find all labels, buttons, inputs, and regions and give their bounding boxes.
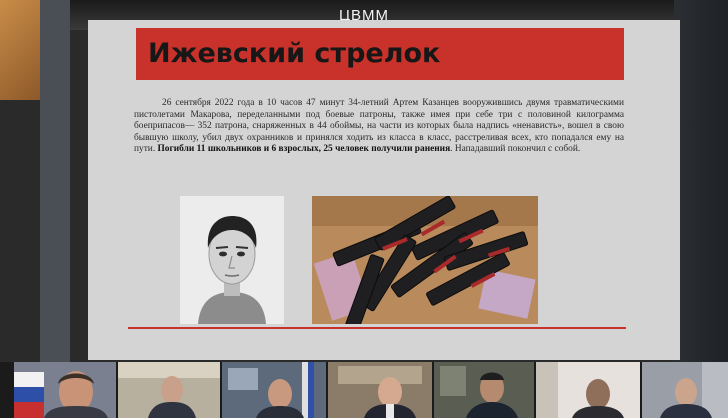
slide-title: Ижевский стрелок	[136, 28, 624, 80]
presentation-slide: Ижевский стрелок 26 сентября 2022 года в…	[88, 20, 680, 360]
slide-body-text: 26 сентября 2022 года в 10 часов 47 мину…	[134, 98, 624, 156]
participant-tile[interactable]	[222, 362, 326, 418]
screen-left-frame	[40, 0, 70, 362]
participant-tile[interactable]	[118, 362, 220, 418]
participant-tile[interactable]	[14, 362, 116, 418]
ammunition-magazines-image	[312, 196, 538, 324]
slide-divider-line	[128, 327, 626, 329]
participant-tile[interactable]	[536, 362, 640, 418]
screen-right-frame	[674, 0, 728, 362]
participant-video-strip	[0, 362, 728, 418]
participant-tile[interactable]	[328, 362, 432, 418]
slide-text-outro: . Нападавший покончил с собой.	[450, 144, 581, 155]
participant-tile[interactable]	[642, 362, 728, 418]
slide-text-casualties: Погибли 11 школьников и 6 взрослых, 25 ч…	[157, 144, 451, 155]
suspect-portrait-image	[180, 196, 284, 324]
participant-tile[interactable]	[434, 362, 534, 418]
